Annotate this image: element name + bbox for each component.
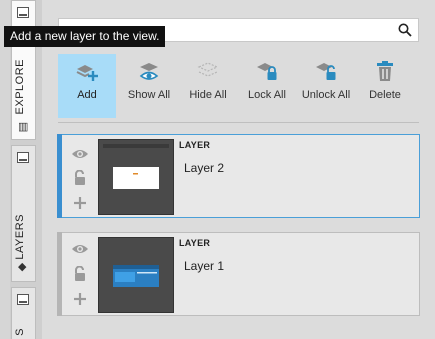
add-layer-button[interactable]: Add [58, 54, 116, 118]
hide-all-button[interactable]: Hide All [179, 54, 237, 118]
thumbnail-preview [99, 140, 173, 214]
layer-thumbnail [98, 237, 174, 313]
layer-thumbnail [98, 139, 174, 215]
minimize-icon[interactable] [17, 294, 29, 305]
add-layer-icon [76, 65, 98, 81]
layer-card[interactable]: LAYER Layer 1 [57, 232, 420, 316]
thumbnail-preview [99, 238, 173, 312]
search-icon[interactable] [398, 23, 412, 37]
toolbar-divider [58, 122, 419, 123]
eye-icon[interactable] [71, 146, 89, 162]
tab-layers[interactable]: LAYERS ◆ [11, 145, 36, 282]
unlock-icon[interactable] [71, 170, 89, 186]
minimize-icon[interactable] [17, 7, 29, 18]
unlock-all-icon [316, 63, 336, 80]
eye-icon[interactable] [71, 241, 89, 257]
minimize-icon[interactable] [17, 152, 29, 163]
layer-name: Layer 1 [184, 259, 225, 273]
strip-gutter [0, 0, 10, 339]
plus-icon[interactable] [71, 291, 89, 307]
show-all-button[interactable]: Show All [120, 54, 178, 118]
show-all-icon [139, 63, 159, 80]
delete-label: Delete [369, 89, 401, 101]
layer-toolbar: Add Show All Hide All Lock All Unlock Al… [58, 54, 428, 118]
layers-icon: ◆ [18, 261, 27, 273]
plus-icon[interactable] [71, 195, 89, 211]
selection-bar [57, 134, 62, 218]
selection-bar [57, 232, 62, 316]
tab-explore-label: EXPLORE [14, 59, 26, 115]
hide-all-icon [197, 62, 219, 77]
bars-icon: ▥ [18, 121, 29, 133]
layer-kind: LAYER [179, 140, 211, 150]
lock-all-icon [257, 63, 277, 80]
unlock-icon[interactable] [71, 266, 89, 282]
tab-explore[interactable]: EXPLORE ▥ [11, 0, 36, 140]
delete-button[interactable]: Delete [356, 54, 414, 118]
layers-panel: Add Show All Hide All Lock All Unlock Al… [42, 0, 435, 339]
side-tab-strip: EXPLORE ▥ LAYERS ◆ S [0, 0, 42, 339]
tooltip: Add a new layer to the view. [4, 26, 166, 47]
trash-icon [377, 61, 393, 81]
tab-layers-label: LAYERS [14, 214, 26, 260]
lock-all-button[interactable]: Lock All [238, 54, 296, 118]
tab-third[interactable]: S [11, 287, 36, 339]
layer-kind: LAYER [179, 238, 211, 248]
layer-card[interactable]: LAYER Layer 2 [57, 134, 420, 218]
tab-third-label: S [14, 328, 26, 336]
unlock-all-button[interactable]: Unlock All [297, 54, 355, 118]
layer-name: Layer 2 [184, 161, 225, 175]
